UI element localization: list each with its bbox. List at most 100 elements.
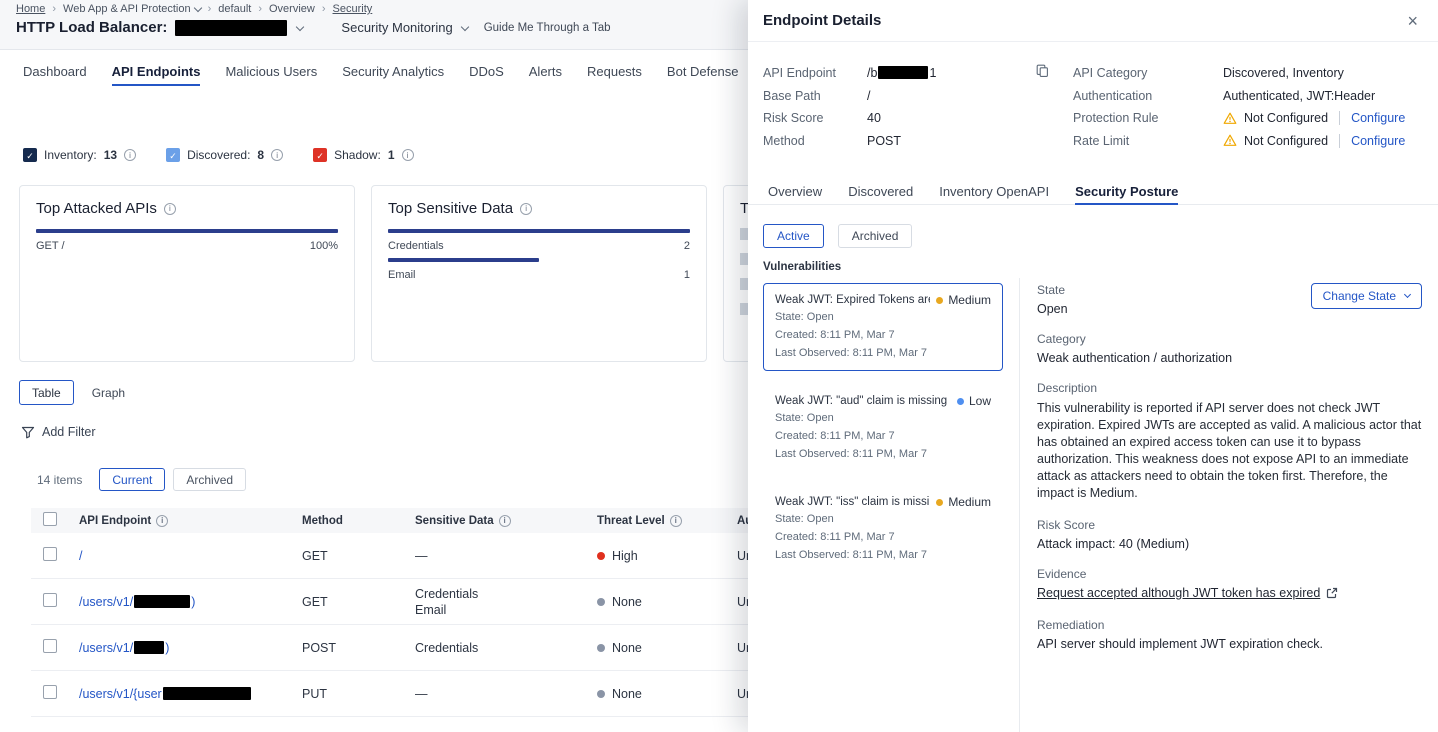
remediation-text: API server should implement JWT expirati…	[1037, 637, 1422, 651]
breadcrumb-security[interactable]: Security	[333, 3, 373, 15]
vulnerability-card[interactable]: Weak JWT: Expired Tokens are Ac... Mediu…	[763, 283, 1003, 371]
tab-api-endpoints[interactable]: API Endpoints	[112, 50, 201, 92]
shadow-checkbox[interactable]	[313, 148, 327, 162]
vulnerability-state: State: Open	[775, 309, 991, 325]
risk-score-value: 40	[867, 111, 881, 125]
field-label: Rate Limit	[1073, 134, 1223, 148]
threat-level-label: High	[612, 549, 638, 563]
info-icon[interactable]	[164, 203, 176, 215]
vulnerability-card[interactable]: Weak JWT: "iss" claim is missing (... Me…	[763, 485, 1003, 573]
endpoint-link[interactable]: /users/v1/)	[79, 641, 169, 655]
breadcrumb-separator-icon	[258, 3, 262, 15]
inventory-checkbox[interactable]	[23, 148, 37, 162]
legend-discovered[interactable]: Discovered: 8	[166, 148, 283, 162]
vulnerability-card[interactable]: Weak JWT: "aud" claim is missing ... Low…	[763, 384, 1003, 472]
monitoring-mode-dropdown[interactable]: Security Monitoring	[341, 20, 467, 35]
info-icon[interactable]	[402, 149, 414, 161]
change-state-button[interactable]: Change State	[1311, 283, 1422, 309]
threat-level-dot	[597, 644, 605, 652]
row-checkbox[interactable]	[43, 685, 57, 699]
tab-alerts[interactable]: Alerts	[529, 50, 562, 92]
tab-security-analytics[interactable]: Security Analytics	[342, 50, 444, 92]
column-header: Method	[302, 515, 343, 527]
tab-overview[interactable]: Overview	[768, 178, 822, 204]
vulnerability-created: Created: 8:11 PM, Mar 7	[775, 327, 991, 343]
endpoint-link[interactable]: /users/v1/{user	[79, 687, 252, 701]
tab-requests[interactable]: Requests	[587, 50, 642, 92]
tab-security-posture[interactable]: Security Posture	[1075, 178, 1178, 204]
column-header: API Endpoint	[79, 515, 151, 527]
info-icon[interactable]	[670, 515, 682, 527]
state-value: Open	[1037, 302, 1068, 316]
discovered-checkbox[interactable]	[166, 148, 180, 162]
sensitive-data-cell: Credentials	[415, 586, 597, 602]
endpoint-type-legend: Inventory: 13 Discovered: 8 Shadow: 1	[23, 148, 414, 162]
vulnerability-title: Weak JWT: Expired Tokens are Ac...	[775, 294, 930, 306]
table-view-button[interactable]: Table	[19, 380, 74, 405]
evidence-link[interactable]: Request accepted although JWT token has …	[1037, 586, 1338, 600]
add-filter-button[interactable]: Add Filter	[21, 425, 96, 439]
risk-score-value: Attack impact: 40 (Medium)	[1037, 537, 1422, 551]
tab-dashboard[interactable]: Dashboard	[23, 50, 87, 92]
tab-ddos[interactable]: DDoS	[469, 50, 504, 92]
tab-inventory-openapi[interactable]: Inventory OpenAPI	[939, 178, 1049, 204]
breadcrumb-overview[interactable]: Overview	[269, 3, 315, 15]
main-tab-bar: Dashboard API Endpoints Malicious Users …	[23, 50, 738, 92]
tab-bot-defense[interactable]: Bot Defense	[667, 50, 739, 92]
vulnerability-detail: State Open Change State Category Weak au…	[1037, 283, 1422, 651]
page-header: HTTP Load Balancer: Security Monitoring …	[16, 19, 611, 36]
tab-discovered[interactable]: Discovered	[848, 178, 913, 204]
panel-tab-bar: Overview Discovered Inventory OpenAPI Se…	[748, 178, 1438, 205]
row-checkbox[interactable]	[43, 593, 57, 607]
field-label: Authentication	[1073, 89, 1223, 103]
tab-malicious-users[interactable]: Malicious Users	[225, 50, 317, 92]
breadcrumb-waap-link[interactable]: Web App & API Protection	[63, 3, 191, 15]
lb-dropdown-chevron-icon[interactable]	[296, 22, 304, 30]
breadcrumb-namespace[interactable]: default	[218, 3, 251, 15]
close-icon[interactable]	[1407, 12, 1418, 30]
field-label: API Endpoint	[763, 66, 867, 80]
select-all-checkbox[interactable]	[43, 512, 57, 526]
card-title: Top Sensitive Data	[388, 200, 513, 217]
bar-value: 1	[684, 269, 690, 281]
threat-level-dot	[597, 598, 605, 606]
monitoring-mode-label: Security Monitoring	[341, 20, 452, 35]
field-label: API Category	[1073, 66, 1223, 80]
active-filter-button[interactable]: Active	[763, 224, 824, 248]
divider	[1019, 278, 1020, 732]
vulnerability-created: Created: 8:11 PM, Mar 7	[775, 428, 991, 444]
info-icon[interactable]	[271, 149, 283, 161]
graph-view-button[interactable]: Graph	[84, 380, 133, 405]
configure-protection-rule-link[interactable]: Configure	[1351, 111, 1405, 125]
info-icon[interactable]	[520, 203, 532, 215]
info-icon[interactable]	[124, 149, 136, 161]
endpoint-link[interactable]: /	[79, 549, 82, 563]
divider	[1339, 134, 1340, 148]
breadcrumb-waap[interactable]: Web App & API Protection	[63, 3, 201, 15]
state-label: State	[1037, 283, 1068, 297]
sensitive-data-cell: —	[415, 548, 597, 564]
archived-filter-button[interactable]: Archived	[838, 224, 913, 248]
configure-rate-limit-link[interactable]: Configure	[1351, 134, 1405, 148]
top-sensitive-data-card: Top Sensitive Data Credentials 2 Email 1	[371, 185, 707, 362]
divider	[1339, 111, 1340, 125]
legend-shadow[interactable]: Shadow: 1	[313, 148, 413, 162]
info-icon[interactable]	[499, 515, 511, 527]
legend-inventory[interactable]: Inventory: 13	[23, 148, 136, 162]
vulnerability-created: Created: 8:11 PM, Mar 7	[775, 529, 991, 545]
items-count: 14 items	[37, 473, 82, 487]
row-checkbox[interactable]	[43, 547, 57, 561]
info-icon[interactable]	[156, 515, 168, 527]
breadcrumb-separator-icon	[322, 3, 326, 15]
current-segment-button[interactable]: Current	[99, 468, 165, 491]
legend-label: Discovered:	[187, 148, 250, 162]
row-checkbox[interactable]	[43, 639, 57, 653]
check-icon	[316, 148, 324, 162]
redacted-text	[163, 687, 251, 700]
copy-icon[interactable]	[1036, 64, 1049, 83]
endpoint-link[interactable]: /users/v1/)	[79, 595, 195, 609]
breadcrumb-home[interactable]: Home	[16, 3, 45, 15]
redacted-text	[134, 641, 164, 654]
archived-segment-button[interactable]: Archived	[173, 468, 246, 491]
guide-me-link[interactable]: Guide Me Through a Tab	[484, 22, 611, 34]
